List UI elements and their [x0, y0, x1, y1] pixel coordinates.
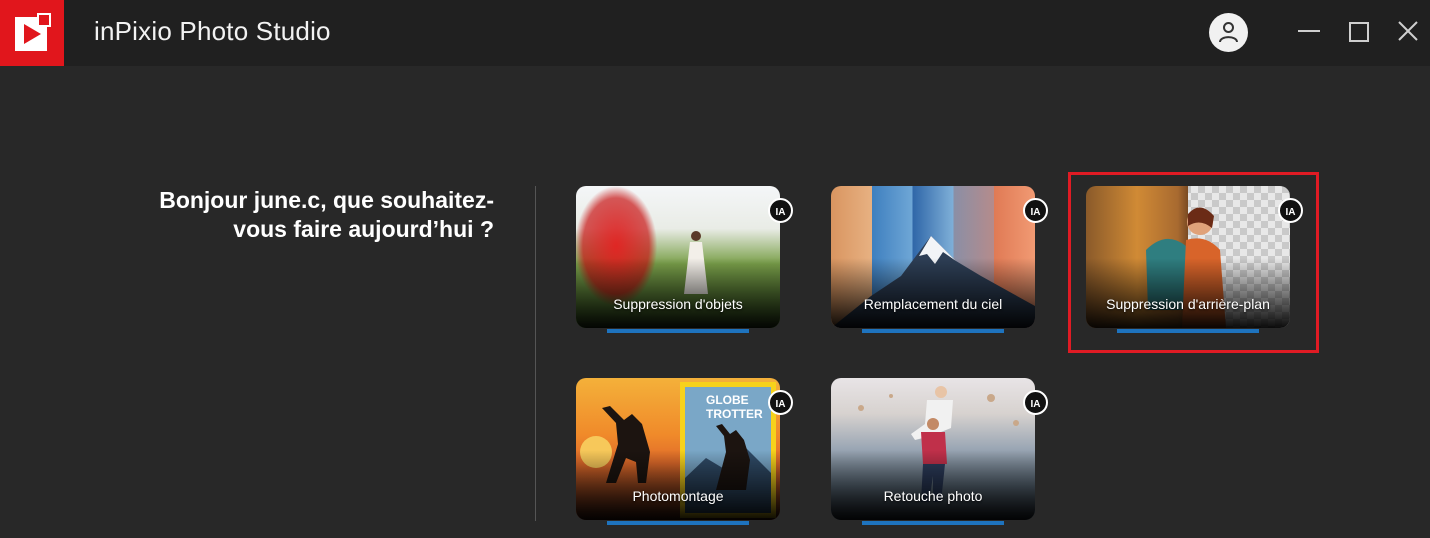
- selection-highlight: [1068, 172, 1319, 353]
- card-bar: [862, 329, 1004, 333]
- ai-badge: IA: [768, 198, 793, 223]
- card-object-removal[interactable]: Suppression d'objets: [576, 186, 780, 328]
- account-button[interactable]: [1209, 13, 1248, 52]
- card-bar: [862, 521, 1004, 525]
- card-photomontage[interactable]: GLOBE TROTTER Photomontage: [576, 378, 780, 520]
- card-photo-retouch[interactable]: Retouche photo: [831, 378, 1035, 520]
- app-title: inPixio Photo Studio: [94, 16, 331, 46]
- card-label: Suppression d'objets: [613, 296, 743, 312]
- ai-badge: IA: [1023, 390, 1048, 415]
- card-label: Photomontage: [632, 488, 724, 504]
- ai-badge: IA: [768, 390, 793, 415]
- close-icon: [1398, 21, 1418, 41]
- ai-badge: IA: [1023, 198, 1048, 223]
- magazine-title-line1: GLOBE: [706, 393, 749, 407]
- minimize-button[interactable]: [1298, 30, 1320, 32]
- play-logo-icon: [15, 13, 51, 51]
- divider: [535, 186, 536, 521]
- close-button[interactable]: [1397, 20, 1419, 47]
- magazine-title-line2: TROTTER: [706, 407, 763, 421]
- greeting-text: Bonjour june.c, que souhaitez-vous faire…: [159, 187, 494, 242]
- card-bar: [607, 521, 749, 525]
- card-bar: [607, 329, 749, 333]
- card-label: Retouche photo: [883, 488, 983, 504]
- title-bar: inPixio Photo Studio: [0, 0, 1430, 66]
- user-icon: [1219, 22, 1238, 43]
- card-label: Remplacement du ciel: [863, 296, 1003, 312]
- app-logo: [0, 0, 64, 66]
- maximize-button[interactable]: [1349, 22, 1369, 42]
- card-sky-replacement[interactable]: Remplacement du ciel: [831, 186, 1035, 328]
